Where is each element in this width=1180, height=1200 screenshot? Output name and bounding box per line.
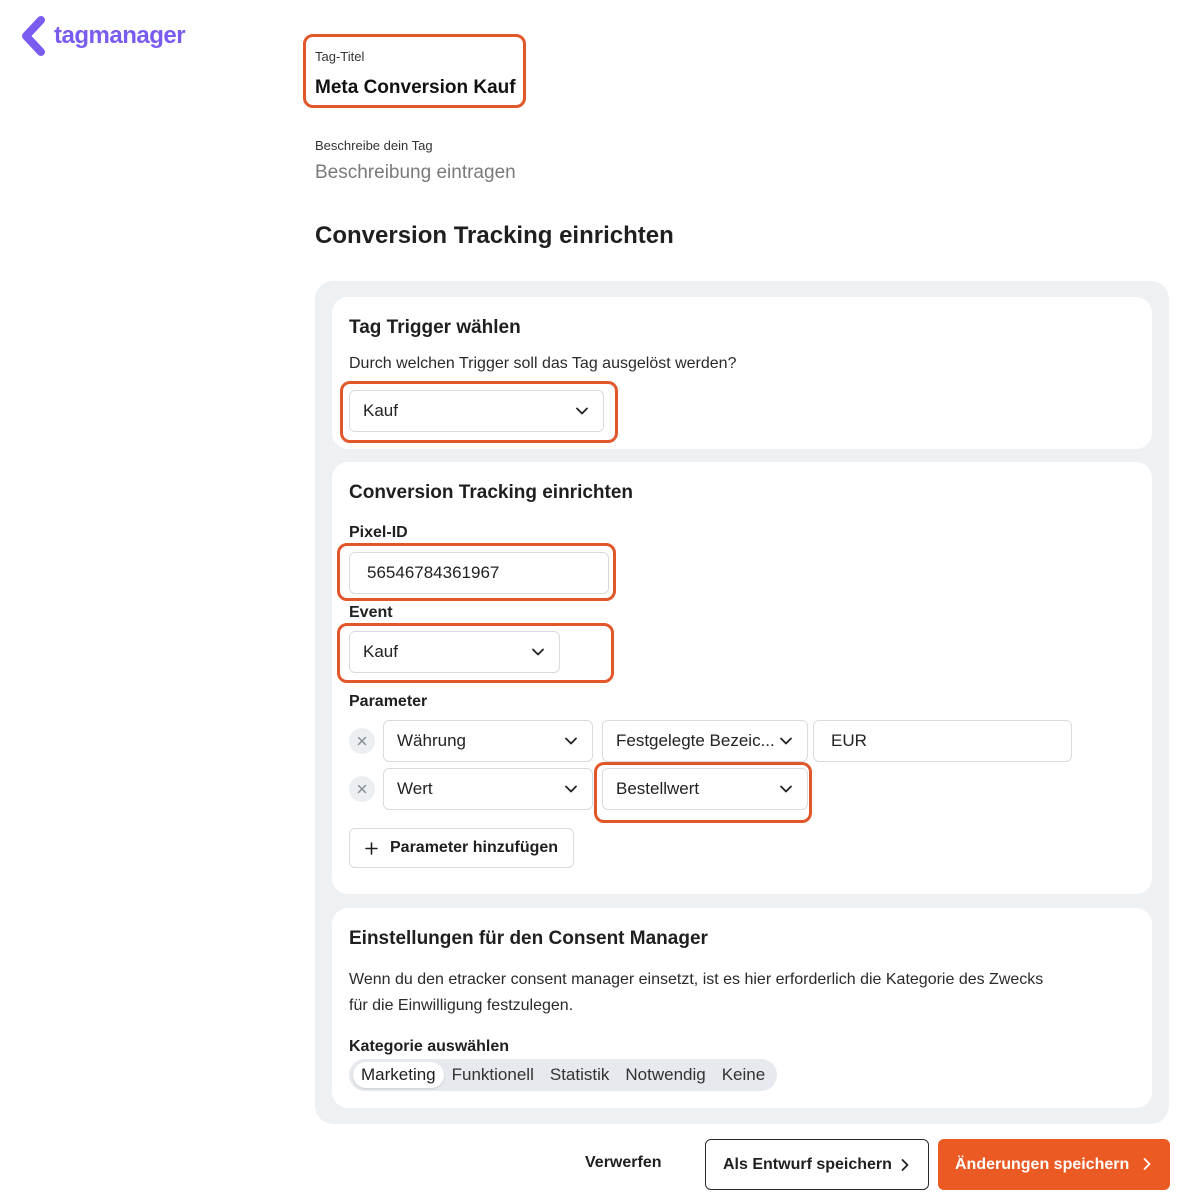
trigger-card: Tag Trigger wählen Durch welchen Trigger…	[332, 297, 1152, 449]
chevron-left-logo-icon	[22, 16, 45, 56]
consent-description-line1: Wenn du den etracker consent manager ein…	[349, 971, 1044, 988]
save-changes-button[interactable]: Änderungen speichern	[938, 1139, 1170, 1190]
trigger-question: Durch welchen Trigger soll das Tag ausge…	[349, 355, 737, 372]
parameter-value-input[interactable]: EUR	[813, 720, 1072, 762]
chevron-down-icon	[780, 737, 792, 745]
close-icon	[357, 784, 367, 794]
category-option-funktionell[interactable]: Funktionell	[444, 1062, 542, 1088]
page-section-title: Conversion Tracking einrichten	[315, 222, 674, 249]
parameter-type-value: Bestellwert	[616, 779, 700, 798]
chevron-right-icon	[901, 1159, 909, 1171]
plus-icon	[365, 841, 378, 855]
event-label: Event	[349, 604, 393, 621]
category-option-marketing[interactable]: Marketing	[353, 1062, 444, 1088]
conversion-card: Conversion Tracking einrichten Pixel-ID …	[332, 462, 1152, 894]
category-option-statistik[interactable]: Statistik	[542, 1062, 618, 1088]
pixel-id-value: 56546784361967	[367, 563, 500, 582]
remove-parameter-button[interactable]	[349, 776, 375, 802]
tag-title-value[interactable]: Meta Conversion Kauf	[315, 77, 516, 99]
category-option-keine[interactable]: Keine	[714, 1062, 773, 1088]
consent-card: Einstellungen für den Consent Manager We…	[332, 908, 1152, 1108]
chevron-right-icon	[1143, 1158, 1151, 1170]
tag-title-label: Tag-Titel	[315, 49, 365, 64]
trigger-select-value: Kauf	[363, 401, 398, 420]
chevron-down-icon	[565, 737, 577, 745]
parameter-type-value: Festgelegte Bezeic...	[616, 731, 775, 750]
event-select[interactable]: Kauf	[349, 631, 560, 673]
parameter-type-select[interactable]: Festgelegte Bezeic...	[602, 720, 808, 762]
description-label: Beschreibe dein Tag	[315, 138, 433, 153]
add-parameter-label: Parameter hinzufügen	[390, 839, 559, 856]
parameter-name-value: Wert	[397, 779, 433, 798]
trigger-card-title: Tag Trigger wählen	[349, 317, 521, 338]
conversion-card-title: Conversion Tracking einrichten	[349, 482, 634, 503]
consent-card-title: Einstellungen für den Consent Manager	[349, 928, 708, 949]
parameter-value: EUR	[831, 731, 867, 750]
consent-description-line2: für die Einwilligung festzulegen.	[349, 997, 574, 1014]
chevron-down-icon	[565, 785, 577, 793]
chevron-down-icon	[532, 648, 544, 656]
chevron-down-icon	[780, 785, 792, 793]
brand-logo[interactable]: tagmanager	[20, 16, 186, 56]
save-draft-label: Als Entwurf speichern	[723, 1155, 892, 1173]
description-input[interactable]	[315, 162, 815, 184]
brand-name: tagmanager	[54, 22, 186, 49]
category-option-notwendig[interactable]: Notwendig	[617, 1062, 713, 1088]
discard-button[interactable]: Verwerfen	[585, 1154, 661, 1172]
remove-parameter-button[interactable]	[349, 728, 375, 754]
parameter-name-value: Währung	[397, 731, 466, 750]
category-label: Kategorie auswählen	[349, 1038, 510, 1055]
parameter-name-select[interactable]: Wert	[383, 768, 593, 810]
parameter-type-select[interactable]: Bestellwert	[602, 768, 808, 810]
parameter-name-select[interactable]: Währung	[383, 720, 593, 762]
save-draft-button[interactable]: Als Entwurf speichern	[705, 1139, 929, 1190]
add-parameter-button[interactable]: Parameter hinzufügen	[349, 828, 574, 868]
pixel-id-label: Pixel-ID	[349, 524, 408, 541]
category-segmented-control: Marketing Funktionell Statistik Notwendi…	[349, 1059, 778, 1091]
event-select-value: Kauf	[363, 642, 398, 661]
trigger-select[interactable]: Kauf	[349, 390, 604, 432]
parameter-label: Parameter	[349, 693, 428, 710]
close-icon	[357, 736, 367, 746]
tag-config-panel: Tag Trigger wählen Durch welchen Trigger…	[315, 281, 1169, 1124]
chevron-down-icon	[576, 407, 588, 415]
save-changes-label: Änderungen speichern	[955, 1155, 1130, 1173]
pixel-id-input[interactable]: 56546784361967	[349, 552, 609, 594]
